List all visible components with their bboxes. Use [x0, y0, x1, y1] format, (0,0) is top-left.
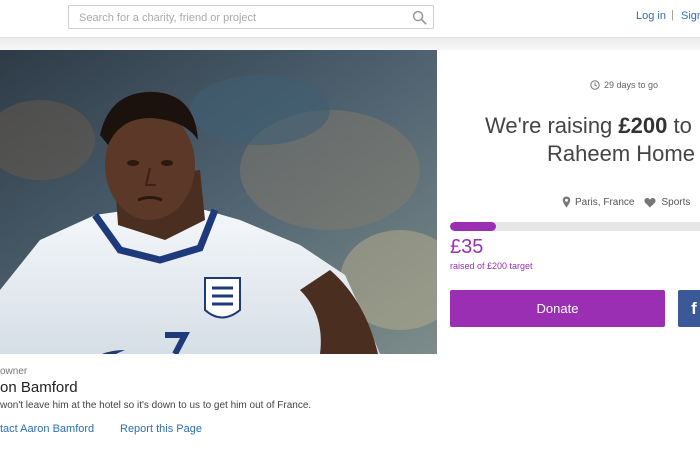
header-separator: |: [671, 9, 674, 21]
headline-prefix: We're raising: [485, 113, 619, 138]
progress-fill: [450, 222, 496, 231]
header-divider: [0, 38, 700, 50]
raised-amount: £35: [450, 236, 484, 258]
contact-owner-link[interactable]: tact Aaron Bamford: [0, 423, 94, 435]
location-text: Paris, France: [575, 196, 635, 208]
category-text: Sports: [661, 196, 691, 208]
search-input[interactable]: [79, 10, 399, 26]
report-page-link[interactable]: Report this Page: [120, 423, 202, 435]
login-link[interactable]: Log in: [636, 10, 666, 22]
clock-icon: [590, 80, 600, 90]
facebook-icon: f: [691, 298, 697, 318]
campaign-card: 29 days to go We're raising £200 to Rahe…: [438, 50, 700, 354]
target-text: raised of £200 target: [450, 261, 533, 271]
map-pin-icon: [562, 196, 571, 208]
player-photo: [0, 50, 437, 354]
facebook-share-button[interactable]: f: [678, 290, 700, 327]
goal-amount: £200: [618, 113, 668, 138]
top-header: Log in | Sign: [0, 0, 700, 38]
donate-button[interactable]: Donate: [450, 290, 665, 327]
signup-link[interactable]: Sign: [681, 10, 700, 22]
owner-label: owner: [0, 366, 28, 377]
days-left-text: 29 days to go: [604, 80, 659, 90]
search-box[interactable]: [68, 5, 434, 29]
campaign-headline: We're raising £200 to: [485, 112, 700, 140]
campaign-description: won't leave him at the hotel so it's dow…: [0, 400, 312, 411]
countdown: 29 days to go: [590, 80, 658, 90]
heart-icon: [644, 197, 657, 207]
progress-bar: [450, 222, 700, 231]
owner-name: on Bamford: [0, 379, 78, 396]
campaign-title: Raheem Home: [547, 141, 695, 166]
headline-suffix: to: [667, 113, 692, 138]
campaign-meta: Paris, France Sports: [562, 196, 690, 208]
campaign-photo: [0, 50, 437, 354]
search-icon[interactable]: [412, 10, 427, 25]
